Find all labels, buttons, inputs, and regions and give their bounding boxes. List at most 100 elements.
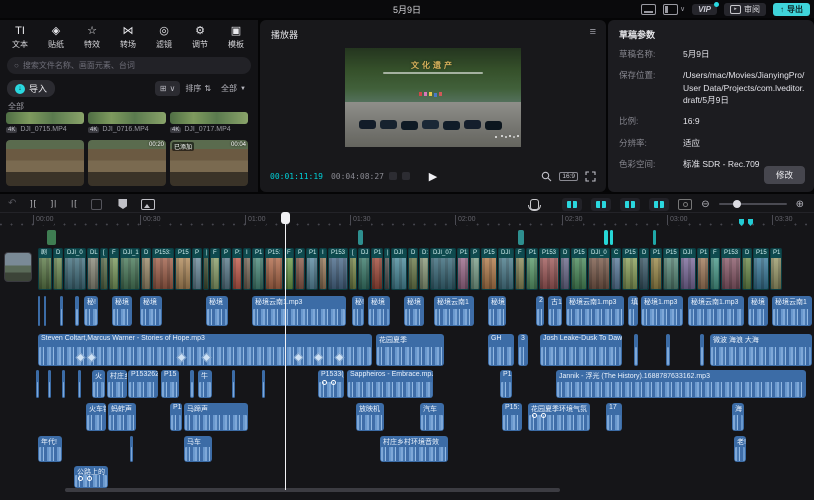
audio-clip[interactable] bbox=[700, 334, 704, 366]
overlay-clip[interactable] bbox=[653, 230, 656, 245]
audio-clip[interactable] bbox=[62, 370, 65, 398]
trim-right-icon[interactable]: |[ bbox=[71, 197, 77, 211]
preview-axis-toggle[interactable] bbox=[649, 198, 669, 211]
audio-clip[interactable]: 公路上的 bbox=[74, 466, 108, 488]
audio-clip[interactable] bbox=[44, 296, 46, 326]
video-clip[interactable]: P15 bbox=[753, 248, 769, 290]
audio-clip[interactable] bbox=[262, 370, 265, 398]
audio-clip[interactable] bbox=[666, 334, 670, 366]
video-clip[interactable]: P153: bbox=[152, 248, 174, 290]
export-button[interactable]: ↑ 导出 bbox=[773, 3, 810, 16]
audio-clip[interactable]: P1533( bbox=[318, 370, 344, 398]
media-item[interactable]: 4K DJI_0716.MP4 bbox=[88, 112, 166, 133]
audio-clip[interactable]: 秘境 bbox=[206, 296, 228, 326]
media-tab[interactable]: TI 文本 bbox=[2, 24, 38, 50]
video-clip[interactable]: D bbox=[742, 248, 752, 290]
media-tab[interactable]: ◎ 滤镜 bbox=[146, 24, 182, 50]
audio-clip[interactable]: 古1 bbox=[548, 296, 562, 326]
audio-clip[interactable]: 汽车 bbox=[420, 403, 444, 431]
video-clip[interactable]: D bbox=[408, 248, 418, 290]
video-clip[interactable]: C bbox=[611, 248, 621, 290]
media-item[interactable]: 已添加 00:04 bbox=[170, 140, 248, 186]
video-clip[interactable]: P153 bbox=[328, 248, 348, 290]
video-clip[interactable]: F bbox=[210, 248, 220, 290]
audio-clip[interactable]: 花园夏季 bbox=[376, 334, 444, 366]
video-clip[interactable]: P1! bbox=[457, 248, 469, 290]
filter-button[interactable]: 全部 ▼ bbox=[216, 81, 251, 96]
undo-icon[interactable]: ↶ bbox=[8, 197, 16, 211]
audio-clip[interactable]: 17 bbox=[606, 403, 622, 431]
audio-clip[interactable] bbox=[75, 296, 79, 326]
overlay-clip[interactable] bbox=[518, 230, 524, 245]
video-clip[interactable]: DJI_0 bbox=[64, 248, 86, 290]
audio-clip[interactable]: 马车 bbox=[184, 436, 212, 462]
timeline-cover-thumbnail[interactable] bbox=[4, 252, 32, 282]
overlay-clip[interactable] bbox=[604, 230, 608, 245]
zoom-out-icon[interactable]: ⊖ bbox=[701, 199, 709, 210]
video-clip[interactable]: F bbox=[710, 248, 720, 290]
video-clip[interactable]: P bbox=[470, 248, 480, 290]
audio-clip[interactable] bbox=[38, 296, 40, 326]
audio-clip[interactable]: 微波 海浪 大海 bbox=[710, 334, 812, 366]
video-clip[interactable]: P15 bbox=[571, 248, 587, 290]
audio-clip[interactable]: 海 bbox=[732, 403, 744, 431]
zoom-in-icon[interactable]: ⊕ bbox=[796, 199, 804, 210]
video-clip[interactable]: P bbox=[192, 248, 202, 290]
playhead[interactable] bbox=[285, 212, 286, 490]
audio-clip[interactable]: 火车铁 bbox=[86, 403, 106, 431]
video-clip[interactable]: DJI_1 bbox=[120, 248, 140, 290]
video-clip[interactable]: P bbox=[221, 248, 231, 290]
video-clip[interactable]: D bbox=[53, 248, 63, 290]
trim-left-icon[interactable]: ]| bbox=[51, 197, 57, 211]
chevron-down-icon[interactable]: ∨ bbox=[680, 5, 685, 13]
media-tab[interactable]: ◈ 贴纸 bbox=[38, 24, 74, 50]
cover-icon[interactable] bbox=[141, 199, 155, 210]
audio-clip[interactable]: 村庄乡 bbox=[107, 370, 127, 398]
media-tab[interactable]: ⋈ 转场 bbox=[110, 24, 146, 50]
video-clip[interactable]: DJI_07 bbox=[430, 248, 456, 290]
video-preview[interactable]: 文化遗产 bbox=[345, 48, 521, 147]
audio-clip[interactable]: 秘境云南1 bbox=[772, 296, 812, 326]
auto-ripple-toggle[interactable] bbox=[591, 198, 611, 211]
audio-clip[interactable] bbox=[232, 370, 235, 398]
mask-icon[interactable] bbox=[118, 199, 127, 209]
audio-clip[interactable]: 秘境云南1.mp3 bbox=[252, 296, 346, 326]
audio-clip[interactable]: 放映机 bbox=[356, 403, 384, 431]
modify-button[interactable]: 修改 bbox=[764, 166, 805, 184]
hamburger-icon[interactable]: ≡ bbox=[590, 26, 596, 38]
audio-clip[interactable]: 秘境 bbox=[488, 296, 506, 326]
video-clip[interactable]: [ bbox=[100, 248, 108, 290]
audio-clip[interactable]: 花园夏季环境气氛 bbox=[528, 403, 590, 431]
split-icon[interactable]: ][ bbox=[30, 197, 36, 211]
view-mode-button[interactable]: ⊞ ∨ bbox=[155, 81, 181, 96]
audio-clip[interactable]: Josh Leake-Dusk To Daw bbox=[540, 334, 622, 366]
video-clip[interactable]: P15 bbox=[622, 248, 638, 290]
audio-clip[interactable]: 秘境云南1.mp3 bbox=[566, 296, 624, 326]
media-item[interactable]: 4K DJI_0717.MP4 bbox=[170, 112, 248, 133]
video-clip[interactable]: | bbox=[384, 248, 390, 290]
record-voiceover-icon[interactable] bbox=[530, 199, 539, 210]
video-clip[interactable]: F bbox=[515, 248, 525, 290]
audio-clip[interactable]: GH bbox=[488, 334, 514, 366]
review-button[interactable]: ▸ 审阅 bbox=[724, 3, 766, 16]
media-tab[interactable]: ⚙ 调节 bbox=[182, 24, 218, 50]
audio-clip[interactable]: 秘! bbox=[84, 296, 98, 326]
audio-clip[interactable] bbox=[48, 370, 51, 398]
video-clip[interactable]: P153 bbox=[721, 248, 741, 290]
overlay-clip[interactable] bbox=[610, 230, 613, 245]
audio-clip[interactable]: 秘! bbox=[352, 296, 364, 326]
audio-clip[interactable]: 秘境云南1.mp3 bbox=[688, 296, 744, 326]
media-item[interactable] bbox=[6, 140, 84, 186]
audio-clip[interactable]: 秘境 bbox=[140, 296, 162, 326]
video-clip[interactable]: DJI bbox=[391, 248, 407, 290]
video-clip[interactable]: P: bbox=[232, 248, 242, 290]
video-clip[interactable]: P15 bbox=[175, 248, 191, 290]
audio-clip[interactable] bbox=[634, 334, 638, 366]
audio-clip[interactable]: Steven Coltart,Marcus Warner - Stories o… bbox=[38, 334, 372, 366]
video-clip[interactable]: P bbox=[295, 248, 305, 290]
audio-clip[interactable]: 火 bbox=[92, 370, 105, 398]
video-clip[interactable]: | bbox=[203, 248, 209, 290]
audio-clip[interactable]: 秘境1.mp3 bbox=[641, 296, 683, 326]
media-tab[interactable]: ☆ 特效 bbox=[74, 24, 110, 50]
ratio-button[interactable]: 16:9 bbox=[559, 172, 578, 181]
